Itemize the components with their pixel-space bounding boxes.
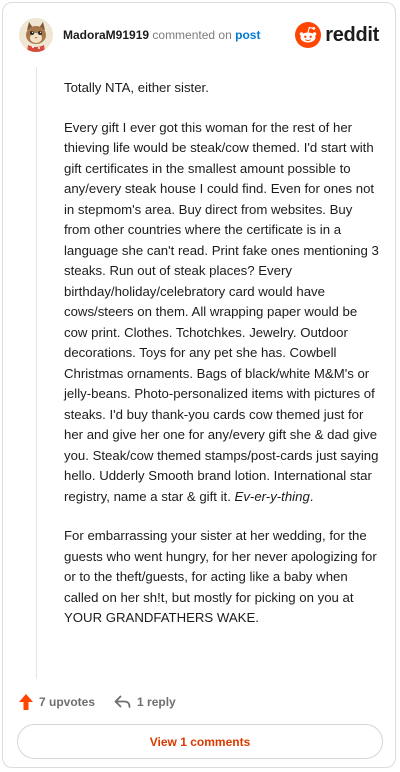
comment-actions: 7 upvotes 1 reply [19,691,176,713]
emphasis-suffix: . [309,488,314,504]
comment-paragraph: For embarrassing your sister at her wedd… [64,528,377,625]
post-link[interactable]: post [235,28,260,42]
reply-button[interactable]: 1 reply [114,695,176,709]
reddit-logo[interactable]: reddit [295,21,379,49]
comment-paragraph: Totally NTA, either sister. [64,80,209,95]
reply-arrow-icon [114,695,131,708]
thread-line [36,67,37,679]
username-link[interactable]: MadoraM91919 [63,28,149,42]
comment-header: MadoraM91919 commented on post reddit [19,17,381,53]
comment-paragraph-text: Every gift I ever got this woman for the… [64,119,379,504]
upvote-count: 7 upvotes [39,695,96,709]
comment-body: Totally NTA, either sister. Every gift I… [64,78,380,648]
view-comments-button[interactable]: View 1 comments [17,724,383,759]
emphasis-text: Ev-er-y-thing [234,488,310,504]
reddit-alien-icon [295,22,322,48]
comment-card: MadoraM91919 commented on post reddit To… [2,2,396,768]
reddit-wordmark: reddit [325,23,379,46]
avatar-cat-icon [19,18,53,52]
avatar[interactable] [19,18,53,52]
comment-meta: MadoraM91919 commented on post [63,28,260,42]
action-text: commented on [152,28,232,42]
upvote-button[interactable]: 7 upvotes [19,694,95,710]
upvote-arrow-icon [19,694,33,710]
reply-count: 1 reply [137,695,176,709]
comment-paragraph: Every gift I ever got this woman for the… [64,118,380,508]
